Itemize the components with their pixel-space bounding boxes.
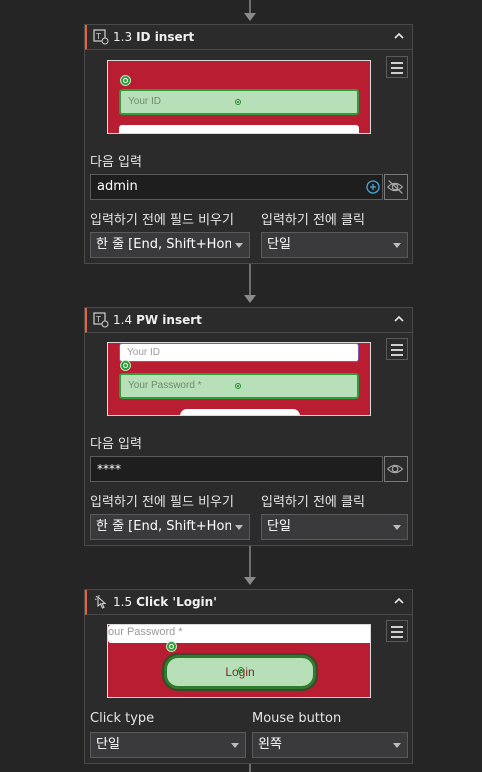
step-card-id-insert[interactable]: T 1.3 ID insert Your ID 다음 입력 admin 입력하기 … — [84, 24, 413, 264]
next-input-label: 다음 입력 — [90, 155, 142, 170]
anchor-icon — [120, 75, 131, 86]
chevron-down-icon — [393, 743, 401, 748]
target-icon — [235, 99, 241, 105]
preview-next-field — [119, 125, 359, 133]
clear-field-select[interactable]: 한 줄 [End, Shift+Home — [90, 514, 250, 540]
preview-password-field: our Password * — [108, 625, 370, 643]
preview-button — [180, 409, 300, 415]
step-card-pw-insert[interactable]: T 1.4 PW insert Your ID Your Password * 다… — [84, 307, 413, 546]
next-input-label: 다음 입력 — [90, 437, 142, 452]
click-type-label: Click type — [90, 711, 155, 726]
mouse-button-label: Mouse button — [252, 711, 342, 726]
visibility-toggle-button[interactable] — [384, 174, 408, 200]
chevron-down-icon — [235, 243, 243, 248]
visibility-toggle-button[interactable] — [384, 456, 408, 482]
clear-field-label: 입력하기 전에 필드 비우기 — [90, 495, 234, 510]
svg-text:T: T — [95, 32, 101, 41]
chevron-up-icon[interactable] — [392, 594, 406, 608]
click-type-select[interactable]: 단일 — [90, 732, 246, 758]
element-preview: Your ID — [107, 60, 371, 134]
eye-icon — [386, 464, 404, 474]
chevron-down-icon — [393, 525, 401, 530]
preview-id-field: Your ID — [119, 343, 359, 362]
text-input-icon: T — [93, 312, 109, 328]
flow-arrow — [244, 295, 256, 303]
click-before-select[interactable]: 단일 — [261, 232, 408, 258]
element-preview: Your ID Your Password * — [107, 342, 371, 416]
clear-field-select[interactable]: 한 줄 [End, Shift+Home — [90, 232, 250, 258]
chevron-up-icon[interactable] — [392, 312, 406, 326]
flow-connector — [249, 0, 251, 13]
target-icon — [238, 667, 244, 673]
flow-arrow — [244, 577, 256, 585]
target-icon — [235, 383, 241, 389]
click-icon — [94, 595, 107, 609]
click-before-select[interactable]: 단일 — [261, 514, 408, 540]
card-title: 1.4 PW insert — [113, 313, 202, 327]
step-title: PW insert — [136, 313, 202, 327]
flow-arrow — [244, 13, 256, 21]
card-title: 1.3 ID insert — [113, 30, 194, 44]
card-title: 1.5 Click 'Login' — [113, 595, 217, 609]
menu-button[interactable] — [386, 620, 408, 642]
add-variable-icon[interactable] — [366, 180, 380, 194]
chevron-down-icon — [393, 243, 401, 248]
step-number: 1.5 — [113, 595, 133, 609]
element-preview: our Password * Login — [107, 624, 371, 698]
svg-text:T: T — [95, 315, 101, 324]
step-title: Click 'Login' — [136, 595, 217, 609]
menu-button[interactable] — [386, 56, 408, 78]
next-input-field[interactable]: **** — [90, 456, 383, 482]
menu-button[interactable] — [386, 338, 408, 360]
click-before-label: 입력하기 전에 클릭 — [261, 495, 365, 510]
text-input-icon: T — [93, 29, 109, 45]
step-number: 1.3 — [113, 30, 133, 44]
step-card-click-login[interactable]: 1.5 Click 'Login' our Password * Login Cl… — [84, 589, 413, 764]
chevron-down-icon — [235, 525, 243, 530]
mouse-button-select[interactable]: 왼쪽 — [252, 732, 408, 758]
anchor-icon — [120, 360, 131, 371]
flow-connector — [249, 264, 251, 295]
card-header[interactable]: T 1.4 PW insert — [85, 308, 412, 333]
step-number: 1.4 — [113, 313, 133, 327]
flow-connector — [249, 764, 251, 772]
next-input-field[interactable]: admin — [90, 174, 383, 200]
anchor-icon — [166, 641, 177, 652]
chevron-down-icon — [231, 743, 239, 748]
clear-field-label: 입력하기 전에 필드 비우기 — [90, 213, 234, 228]
eye-off-icon — [386, 180, 404, 194]
chevron-up-icon[interactable] — [392, 29, 406, 43]
flow-connector — [249, 546, 251, 577]
card-header[interactable]: T 1.3 ID insert — [85, 25, 412, 50]
click-before-label: 입력하기 전에 클릭 — [261, 213, 365, 228]
card-header[interactable]: 1.5 Click 'Login' — [85, 590, 412, 615]
step-title: ID insert — [136, 30, 195, 44]
